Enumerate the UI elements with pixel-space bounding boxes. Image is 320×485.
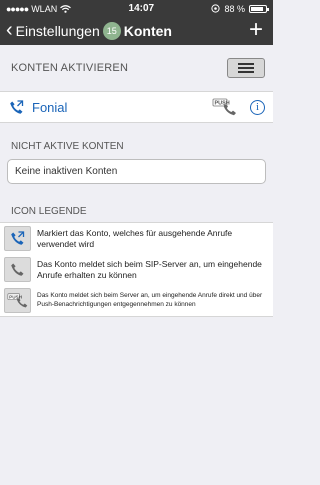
account-name: Fonial [32,99,68,115]
push-phone-icon: PUSH [7,293,27,308]
menu-line-icon [238,63,254,65]
wifi-icon [60,4,72,13]
active-accounts-header: KONTEN AKTIVIEREN [0,45,273,91]
status-right: 88 % [211,3,269,14]
add-account-button[interactable]: + [249,18,263,42]
legend-item: Markiert das Konto, welches für ausgehen… [0,223,273,254]
menu-line-icon [238,71,254,73]
battery-icon [248,4,269,13]
back-label: Einstellungen [15,23,100,39]
carrier-label: WLAN [31,3,58,14]
legend-icon-box [4,226,31,251]
signal-dots-icon: ●●●●● [6,3,29,14]
nav-bar: ‹ Einstellungen 15 Konten + [0,17,273,45]
location-icon [211,4,221,13]
account-row[interactable]: Fonial PUSH i [0,91,273,123]
outgoing-call-icon [10,99,24,114]
legend-text: Das Konto meldet sich beim SIP-Server an… [37,258,262,280]
battery-percent: 88 % [224,3,245,14]
legend-item: Das Konto meldet sich beim SIP-Server an… [0,254,273,285]
legend-text: Das Konto meldet sich beim Server an, um… [37,292,263,308]
page-title: Konten [123,23,172,39]
legend-heading: ICON LEGENDE [11,206,87,217]
status-bar: ●●●●● WLAN 14:07 88 % [0,0,273,17]
legend-icon-box [4,257,31,282]
outgoing-call-icon [11,231,25,245]
info-icon[interactable]: i [250,99,265,115]
legend-text: Markiert das Konto, welches für ausgehen… [37,227,233,249]
sip-phone-icon [11,263,24,276]
active-accounts-heading: KONTEN AKTIVIEREN [11,62,129,74]
legend-item: PUSH Das Konto meldet sich beim Server a… [0,285,273,316]
back-button[interactable]: ‹ Einstellungen [6,18,100,41]
menu-button[interactable] [227,58,265,78]
inactive-accounts-box: Keine inaktiven Konten [7,159,266,184]
status-time: 14:07 [128,3,155,14]
chevron-left-icon: ‹ [6,18,13,41]
icon-legend: Markiert das Konto, welches für ausgehen… [0,222,273,317]
svg-text:PUSH: PUSH [9,294,23,299]
menu-line-icon [238,67,254,69]
svg-text:PUSH: PUSH [215,101,230,107]
status-left: ●●●●● WLAN [6,3,72,14]
push-phone-icon: PUSH [212,98,236,116]
inactive-accounts-heading: NICHT AKTIVE KONTEN [11,141,124,152]
count-badge: 15 [102,22,121,40]
legend-icon-box: PUSH [4,288,31,313]
